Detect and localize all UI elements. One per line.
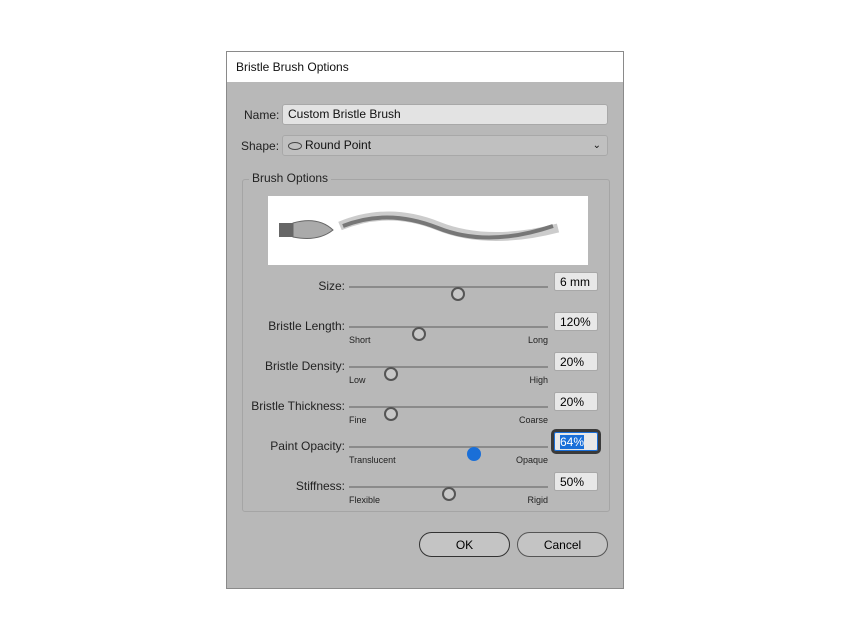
slider-label: Bristle Thickness: [251,399,345,413]
brush-tip-icon [292,220,334,239]
slider-value: 64% [560,435,585,449]
slider-label: Bristle Length: [268,319,345,333]
slider-label: Stiffness: [295,479,345,493]
slider-low-label: Fine [349,415,367,425]
shape-select[interactable]: Round Point ⌄ [282,135,608,156]
slider-label: Size: [318,279,345,293]
slider-high-label: High [529,375,548,385]
slider-low-label: Flexible [349,495,381,505]
slider-thumb[interactable] [451,287,466,301]
slider-value-input[interactable]: 120% [554,312,598,331]
slider-track[interactable] [349,326,548,341]
slider-thumb[interactable] [441,487,456,501]
brush-stroke-preview [279,211,560,241]
slider-track[interactable] [349,486,548,501]
slider-track[interactable] [349,286,548,301]
slider-thumb[interactable] [467,447,482,461]
name-label: Name: [244,108,280,122]
bristle-brush-options-dialog: Bristle Brush Options Name: Custom Brist… [226,51,624,589]
slider-low-label: Short [349,335,371,345]
brush-ferrule-icon [279,223,293,237]
slider-value-input[interactable]: 20% [554,392,598,411]
slider-row: Stiffness: Flexible Rigid 50% [227,472,623,519]
slider-high-label: Rigid [527,495,548,505]
slider-low-label: Translucent [349,455,396,465]
slider-value-input[interactable]: 6 mm [554,272,598,291]
brush-options-label: Brush Options [249,171,332,185]
shape-value: Round Point [305,138,372,152]
slider-value: 20% [560,355,585,369]
slider-track[interactable] [349,406,548,421]
slider-value-input[interactable]: 20% [554,352,598,371]
slider-value: 20% [560,395,585,409]
cancel-button[interactable]: Cancel [517,532,608,557]
slider-label: Bristle Density: [264,359,345,373]
slider-high-label: Opaque [515,455,548,465]
slider-thumb[interactable] [383,407,398,421]
chevron-down-icon: ⌄ [592,140,601,151]
dialog-title: Bristle Brush Options [227,52,623,82]
slider-thumb[interactable] [383,367,398,381]
slider-high-label: Coarse [518,415,548,425]
slider-value-input[interactable]: 50% [554,472,598,491]
slider-low-label: Low [349,375,366,385]
slider-track[interactable] [349,366,548,381]
slider-track[interactable] [349,446,548,461]
round-point-icon [288,141,302,150]
slider-value-input[interactable]: 64% [551,429,601,454]
ok-button[interactable]: OK [419,532,510,557]
slider-label: Paint Opacity: [270,439,345,453]
slider-thumb[interactable] [411,327,426,341]
slider-value: 50% [560,475,585,489]
shape-label: Shape: [241,139,280,153]
slider-high-label: Long [527,335,548,345]
brush-preview [268,196,588,265]
slider-value: 6 mm [560,275,590,289]
slider-value: 120% [560,315,591,329]
name-input[interactable]: Custom Bristle Brush [282,104,608,125]
